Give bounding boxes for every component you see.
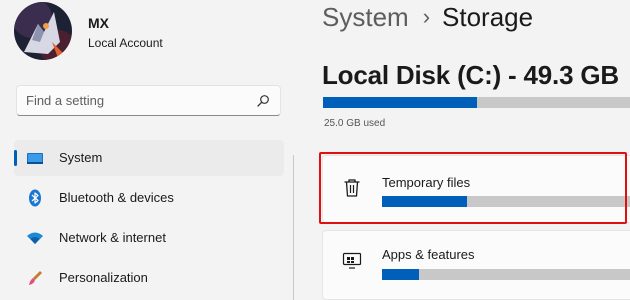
category-label: Apps & features — [382, 247, 475, 262]
sidebar-item-bluetooth-devices[interactable]: Bluetooth & devices — [14, 180, 284, 216]
wifi-icon — [26, 229, 44, 247]
breadcrumb: System › Storage — [322, 2, 533, 33]
sidebar-item-label: Personalization — [59, 270, 148, 285]
search-input[interactable] — [26, 91, 246, 110]
sidebar-scrollbar[interactable] — [293, 155, 294, 300]
bluetooth-icon — [26, 189, 44, 207]
category-usage-fill — [382, 269, 420, 280]
search-box[interactable] — [16, 85, 281, 116]
sidebar-item-label: Network & internet — [59, 230, 166, 245]
apps-features-icon — [342, 251, 364, 276]
sidebar-item-label: Bluetooth & devices — [59, 190, 174, 205]
system-monitor-icon — [26, 149, 44, 167]
avatar[interactable] — [14, 2, 72, 60]
disk-usage-bar — [323, 97, 630, 108]
account-type: Local Account — [88, 36, 163, 50]
highlight-box — [319, 152, 627, 224]
active-indicator — [14, 150, 17, 166]
breadcrumb-separator: › — [422, 4, 431, 29]
category-usage-bar — [382, 269, 630, 280]
sidebar-item-system[interactable]: System — [14, 140, 284, 176]
sidebar-item-network-internet[interactable]: Network & internet — [14, 220, 284, 256]
disk-used-text: 25.0 GB used — [324, 118, 386, 129]
disk-title: Local Disk (C:) - 49.3 GB — [322, 60, 619, 90]
breadcrumb-parent[interactable]: System — [322, 2, 409, 32]
sidebar-item-label: System — [59, 150, 103, 165]
sidebar-item-personalization[interactable]: Personalization — [14, 260, 284, 296]
account-name: MX — [88, 15, 109, 31]
category-apps-features[interactable]: Apps & features — [322, 230, 630, 300]
page-title: Storage — [442, 2, 534, 32]
search-icon[interactable] — [256, 94, 270, 113]
disk-usage-fill — [323, 97, 477, 108]
paintbrush-icon — [26, 269, 44, 287]
